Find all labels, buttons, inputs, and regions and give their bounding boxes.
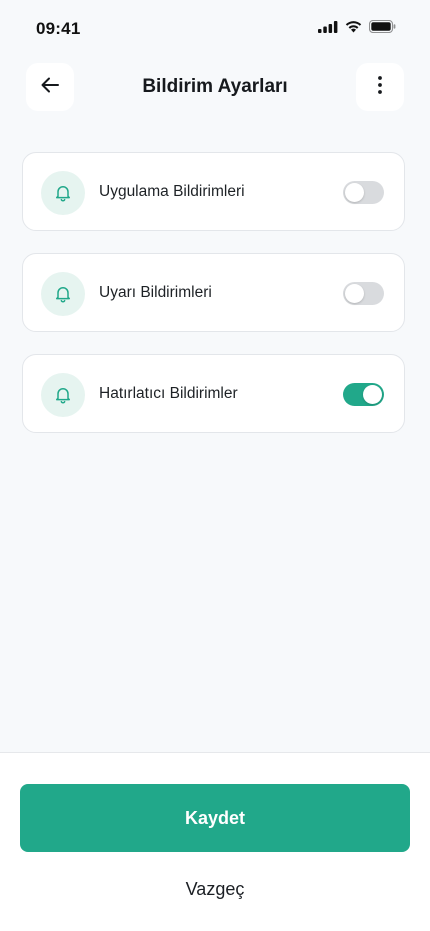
setting-label: Hatırlatıcı Bildirimler — [99, 385, 238, 402]
status-time: 09:41 — [36, 19, 81, 38]
bell-icon — [41, 171, 85, 215]
more-vertical-icon — [378, 75, 382, 99]
setting-item-app-notifications[interactable]: Uygulama Bildirimleri — [22, 152, 405, 231]
toggle-knob — [345, 284, 364, 303]
setting-label: Uyarı Bildirimleri — [99, 284, 212, 301]
setting-item-alert-notifications[interactable]: Uyarı Bildirimleri — [22, 253, 405, 332]
setting-label: Uygulama Bildirimleri — [99, 183, 245, 200]
bell-icon — [41, 373, 85, 417]
toggle-knob — [345, 183, 364, 202]
bottom-action-bar: Kaydet Vazgeç — [0, 752, 430, 931]
toggle-knob — [363, 385, 382, 404]
wifi-icon — [345, 20, 362, 38]
alert-notifications-toggle[interactable] — [343, 282, 384, 305]
reminder-notifications-toggle[interactable] — [343, 383, 384, 406]
status-icons — [318, 19, 396, 38]
status-bar: 09:41 — [0, 0, 430, 58]
header: Bildirim Ayarları — [0, 62, 430, 112]
save-button[interactable]: Kaydet — [20, 784, 410, 852]
setting-item-reminder-notifications[interactable]: Hatırlatıcı Bildirimler — [22, 354, 405, 433]
settings-list: Uygulama Bildirimleri Uyarı Bildirimleri… — [22, 152, 405, 455]
app-notifications-toggle[interactable] — [343, 181, 384, 204]
cancel-button[interactable]: Vazgeç — [20, 875, 410, 903]
battery-icon — [368, 19, 396, 38]
more-options-button[interactable] — [356, 63, 404, 111]
signal-icon — [318, 20, 338, 38]
bell-icon — [41, 272, 85, 316]
